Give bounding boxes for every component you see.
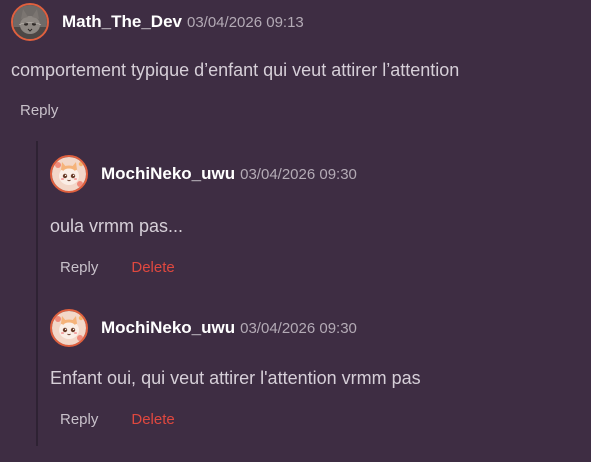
comment-header: Math_The_Dev 03/04/2026 09:13: [11, 3, 304, 41]
reply-text: oula vrmm pas...: [50, 216, 184, 236]
reply-button[interactable]: Reply: [20, 102, 58, 119]
reply-timestamp: 03/04/2026 09:30: [240, 319, 357, 337]
delete-button[interactable]: Delete: [131, 411, 174, 428]
reply-actions: Reply Delete: [60, 411, 175, 428]
reply-actions: Reply Delete: [60, 259, 175, 276]
delete-button[interactable]: Delete: [131, 259, 174, 276]
reply-header: MochiNeko_uwu 03/04/2026 09:30: [50, 309, 357, 347]
reply-button[interactable]: Reply: [60, 411, 98, 428]
reply-author[interactable]: MochiNeko_uwu: [101, 318, 235, 338]
comment-actions: Reply: [20, 102, 58, 119]
reply-author[interactable]: MochiNeko_uwu: [101, 164, 235, 184]
anime-cat-avatar-icon[interactable]: [50, 309, 88, 347]
cat-avatar-icon[interactable]: [11, 3, 49, 41]
reply-text: Enfant oui, qui veut attirer l'attention…: [50, 368, 421, 388]
comment-author[interactable]: Math_The_Dev: [62, 12, 182, 32]
comment-timestamp: 03/04/2026 09:13: [186, 13, 304, 31]
anime-cat-avatar-icon[interactable]: [50, 155, 88, 193]
reply-timestamp: 03/04/2026 09:30: [240, 165, 357, 183]
thread-line: [36, 141, 38, 446]
comment: Math_The_Dev 03/04/2026 09:13 comporteme…: [0, 0, 591, 130]
reply-button[interactable]: Reply: [60, 259, 98, 276]
reply-header: MochiNeko_uwu 03/04/2026 09:30: [50, 155, 357, 193]
comment-text: comportement typique d’enfant qui veut a…: [11, 60, 460, 80]
